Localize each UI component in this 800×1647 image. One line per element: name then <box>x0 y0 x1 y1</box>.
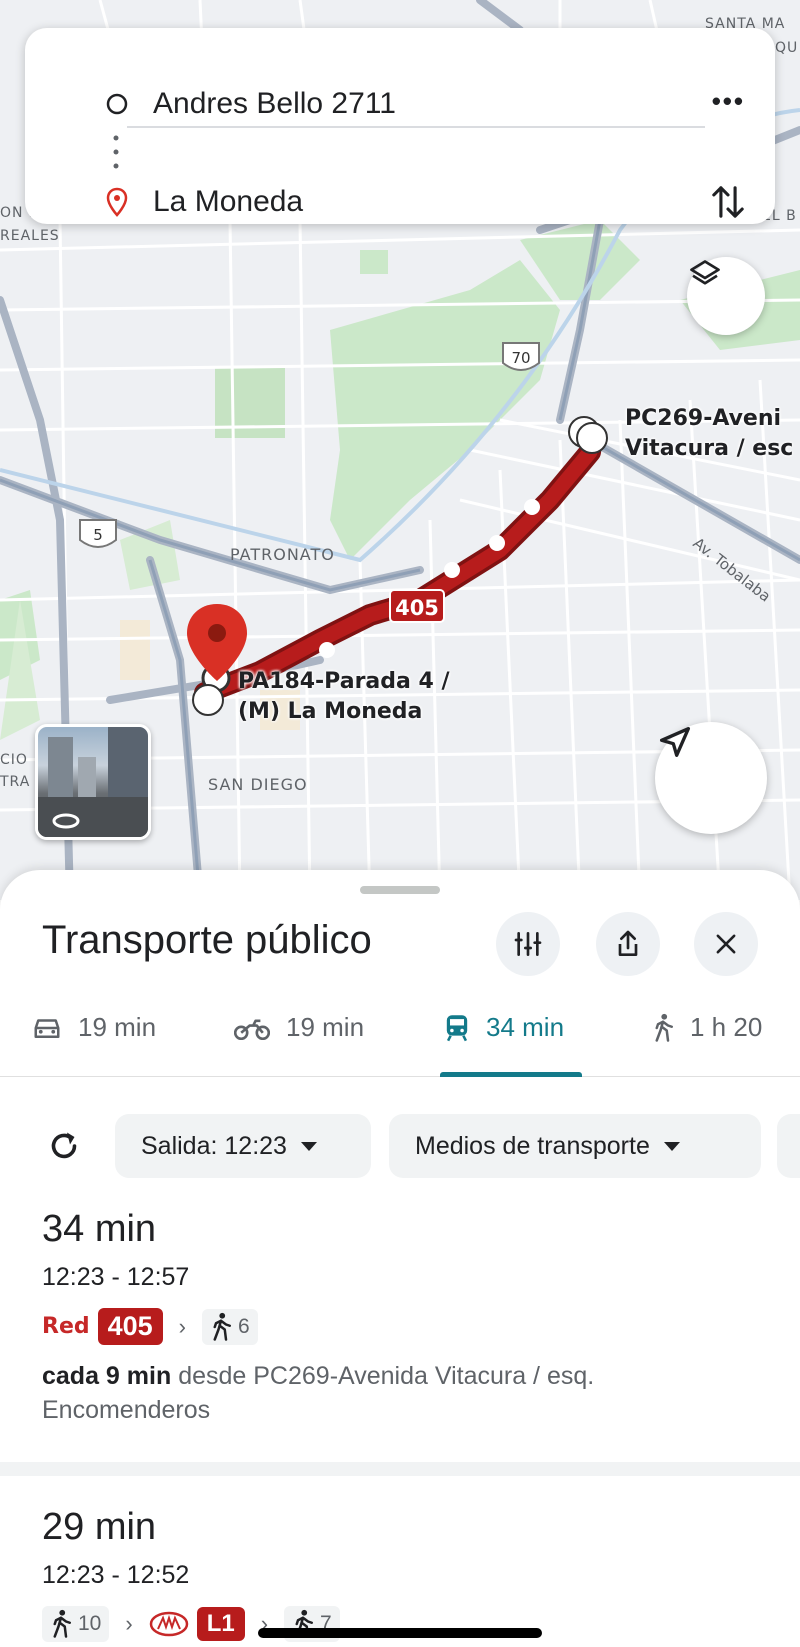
destination-row[interactable]: La Moneda <box>25 174 775 230</box>
my-location-button[interactable] <box>655 722 767 834</box>
route-time-range: 12:23 - 12:57 <box>42 1263 190 1291</box>
metro-logo-icon <box>149 1611 188 1637</box>
walk-icon <box>53 1609 71 1638</box>
origin-field[interactable]: Andres Bello 2711 <box>153 87 396 121</box>
origin-circle-icon <box>106 93 128 115</box>
walk-icon <box>655 1013 673 1042</box>
chevron-down-icon <box>663 1141 680 1151</box>
sheet-drag-handle[interactable] <box>360 886 440 894</box>
chevron-down-icon <box>300 1141 317 1151</box>
walk-icon <box>213 1312 231 1341</box>
transport-modes-chip[interactable]: Medios de transporte <box>389 1114 761 1178</box>
tab-motorcycle[interactable]: 19 min <box>234 1012 364 1043</box>
chevron-right-icon: › <box>178 1313 186 1339</box>
route-steps: Red 405 › 6 <box>42 1308 762 1345</box>
motorcycle-icon <box>234 1018 270 1040</box>
walk-step: 6 <box>202 1308 258 1345</box>
search-divider <box>127 126 705 128</box>
swap-icon[interactable] <box>711 182 745 222</box>
filters-button[interactable] <box>496 912 560 976</box>
stop-label-destination[interactable]: PA184-Parada 4 / (M) La Moneda <box>238 667 450 727</box>
route-duration: 29 min <box>42 1506 157 1548</box>
more-filters-chip[interactable] <box>777 1114 800 1178</box>
street-view-thumbnail[interactable] <box>35 724 151 840</box>
street-view-image <box>38 727 148 837</box>
more-options-icon[interactable]: ••• <box>712 86 745 117</box>
tab-drive[interactable]: 19 min <box>32 1012 156 1043</box>
layers-button[interactable] <box>687 257 765 335</box>
tune-icon <box>514 932 542 956</box>
transit-icon <box>446 1014 468 1041</box>
shield-5: 5 <box>93 526 103 544</box>
active-tab-indicator <box>440 1072 582 1077</box>
refresh-icon[interactable] <box>46 1128 82 1164</box>
walk-step: 10 <box>42 1606 110 1642</box>
map-label-san-diego: SAN DIEGO <box>208 775 308 794</box>
route-divider <box>0 1462 800 1476</box>
metro-line-badge: L1 <box>196 1607 245 1641</box>
chevron-right-icon: › <box>125 1611 133 1636</box>
navigation-arrow-icon <box>660 727 690 757</box>
bus-line-badge: 405 <box>97 1308 163 1345</box>
destination-pin-icon <box>106 187 128 217</box>
share-button[interactable] <box>596 912 660 976</box>
stop-label-origin[interactable]: PC269-Aveni Vitacura / esc <box>625 404 793 464</box>
map-route-badge: 405 <box>395 596 439 620</box>
route-duration: 34 min <box>42 1208 157 1250</box>
close-button[interactable] <box>694 912 758 976</box>
layers-icon <box>690 260 720 285</box>
tab-walk[interactable]: 1 h 20 <box>652 1012 762 1043</box>
bottom-sheet: Transporte público 19 min 19 min 34 min … <box>0 870 800 1647</box>
red-operator-logo: Red <box>42 1314 90 1339</box>
home-indicator[interactable] <box>258 1628 542 1638</box>
directions-card: Andres Bello 2711 La Moneda ••• <box>25 28 775 224</box>
share-icon <box>618 930 638 956</box>
car-icon <box>34 1018 60 1038</box>
route-dots-icon <box>113 135 119 169</box>
map-label-cio: CIO <box>0 752 28 768</box>
shield-70: 70 <box>511 349 530 367</box>
close-icon <box>716 934 736 954</box>
route-option-2[interactable]: 29 min 12:23 - 12:52 10 › L1 › 7 <box>42 1506 340 1642</box>
travel-mode-tabs: 19 min 19 min 34 min 1 h 20 <box>0 990 800 1077</box>
map-label-patronato: PATRONATO <box>230 545 335 564</box>
route-time-range: 12:23 - 12:52 <box>42 1561 190 1589</box>
sheet-title: Transporte público <box>42 918 372 962</box>
tab-transit[interactable]: 34 min <box>444 1012 564 1043</box>
origin-row[interactable]: Andres Bello 2711 <box>25 76 775 132</box>
map-label-reales: REALES <box>0 228 60 244</box>
map-label-qu: QU <box>775 40 799 56</box>
destination-field[interactable]: La Moneda <box>153 185 303 219</box>
route-option-1[interactable]: 34 min 12:23 - 12:57 Red 405 › 6 cada 9 … <box>42 1208 762 1427</box>
map-label-tra: TRA <box>0 774 31 790</box>
departure-time-chip[interactable]: Salida: 12:23 <box>115 1114 371 1178</box>
route-frequency: cada 9 min desde PC269-Avenida Vitacura … <box>42 1362 595 1424</box>
